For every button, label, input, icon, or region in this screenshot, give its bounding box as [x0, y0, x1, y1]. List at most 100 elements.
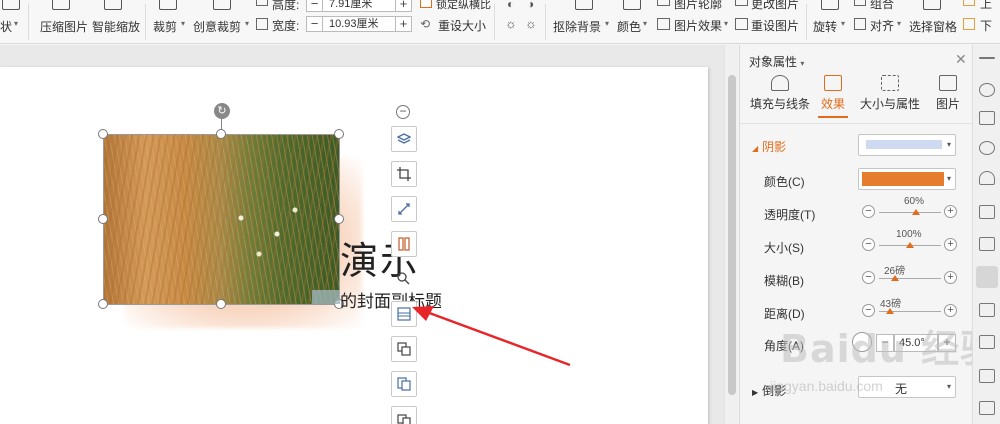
height-increase-button[interactable]: + [395, 0, 411, 12]
send-backward-button[interactable]: 下 [980, 17, 992, 34]
reset-picture-button[interactable]: 重设图片 [751, 17, 799, 34]
shadow-section-header[interactable]: ◢ 阴影 [752, 138, 786, 155]
help-icon[interactable] [979, 369, 995, 383]
resize-handle-right[interactable] [334, 214, 344, 224]
tab-size-properties[interactable]: 大小与属性 [858, 75, 922, 112]
fill-icon[interactable] [979, 171, 995, 185]
edit-float-button[interactable] [391, 196, 417, 222]
remove-background-button[interactable]: 抠除背景 ▾ [553, 0, 611, 44]
picture-effect-button[interactable]: 图片效果 [674, 17, 722, 34]
canvas-scrollbar[interactable] [724, 45, 738, 424]
collapse-toolbar-icon[interactable]: − [396, 105, 410, 119]
split-float-button[interactable] [391, 231, 417, 257]
tab-picture[interactable]: 图片 [932, 75, 964, 112]
rotate-icon [821, 0, 839, 10]
grid-icon[interactable] [979, 205, 995, 219]
copy-icon [397, 342, 411, 356]
contrast-icon[interactable]: ◑ [527, 0, 534, 11]
height-icon [256, 0, 268, 6]
share-icon[interactable] [979, 335, 995, 349]
picture-outline-button[interactable]: 图片轮廓 [674, 0, 722, 12]
shape-icon[interactable] [979, 141, 995, 155]
resize-handle-bottom[interactable] [216, 299, 226, 309]
crop-button[interactable]: 裁剪 ▾ [153, 0, 187, 44]
resize-handle-top[interactable] [216, 129, 226, 139]
lock-ratio-checkbox[interactable] [420, 0, 432, 8]
shadow-preset-dropdown[interactable]: ▾ [858, 134, 956, 156]
brightness-up-icon[interactable]: ☼ [505, 16, 517, 31]
width-increase-button[interactable]: + [395, 16, 411, 32]
height-input[interactable]: − 7.91厘米 + [306, 0, 412, 12]
layer-button[interactable] [391, 126, 417, 152]
settings-icon[interactable] [979, 401, 995, 415]
creative-crop-button[interactable]: 创意裁剪 ▾ [193, 0, 249, 44]
shape-button[interactable]: 状 ▾ [0, 0, 22, 44]
crop-float-button[interactable] [391, 161, 417, 187]
width-decrease-button[interactable]: − [307, 16, 323, 32]
properties-icon[interactable] [976, 266, 998, 288]
tab-effect[interactable]: 效果 [818, 75, 848, 112]
close-icon[interactable]: ✕ [955, 51, 967, 68]
selection-pane-button[interactable]: 选择窗格 [909, 0, 957, 44]
more-icon [397, 414, 411, 424]
width-input[interactable]: − 10.93厘米 + [306, 16, 412, 32]
distance-increase-button[interactable]: + [944, 304, 957, 317]
picture-effect-icon [397, 307, 411, 321]
brightness-icon[interactable]: ◐ [507, 0, 514, 11]
resize-handle-bottom-left[interactable] [98, 299, 108, 309]
size-knob[interactable] [906, 242, 914, 248]
chart-icon[interactable] [979, 237, 995, 251]
resize-handle-top-left[interactable] [98, 129, 108, 139]
combine-button[interactable]: 组合 [870, 0, 894, 12]
rotate-handle-icon[interactable]: ↻ [214, 103, 230, 119]
color-button[interactable]: 颜色 ▾ [617, 0, 649, 44]
smart-zoom-icon [104, 0, 122, 10]
menu-icon[interactable] [979, 57, 995, 59]
split-icon [398, 237, 410, 251]
contrast-up-icon[interactable]: ☼ [525, 16, 537, 31]
watermark-logo: Baidu 经验 [780, 327, 1000, 371]
creative-crop-icon [213, 0, 231, 10]
image-icon[interactable] [979, 303, 995, 317]
resize-button[interactable]: 重设大小 [438, 17, 486, 34]
blurred-text [312, 290, 340, 304]
size-decrease-button[interactable]: − [862, 238, 875, 251]
side-icon-strip [972, 45, 1000, 424]
shadow-preset-swatch [866, 140, 942, 149]
change-picture-button[interactable]: 更改图片 [751, 0, 799, 12]
blur-increase-button[interactable]: + [944, 271, 957, 284]
transparency-slider[interactable]: − 60% + [862, 196, 958, 219]
combine-icon [854, 0, 866, 6]
resize-handle-left[interactable] [98, 214, 108, 224]
transparency-knob[interactable] [912, 209, 921, 215]
align-button[interactable]: 对齐 [870, 17, 894, 34]
distance-slider[interactable]: − 43磅 + [862, 299, 958, 318]
transparency-increase-button[interactable]: + [944, 205, 957, 218]
blur-slider[interactable]: − 26磅 + [862, 266, 958, 285]
size-slider[interactable]: − 100% + [862, 229, 958, 252]
more-float-button[interactable] [391, 406, 417, 424]
selection-box [103, 134, 340, 305]
distance-decrease-button[interactable]: − [862, 304, 875, 317]
resize-handle-top-right[interactable] [334, 129, 344, 139]
transparency-decrease-button[interactable]: − [862, 205, 875, 218]
picture-icon [939, 75, 957, 91]
rotate-button[interactable]: 旋转 ▾ [813, 0, 847, 44]
star-icon[interactable] [979, 83, 995, 97]
height-decrease-button[interactable]: − [307, 0, 323, 12]
resize-icon: ⟲ [420, 17, 431, 31]
smart-zoom-button[interactable]: 智能缩放 [92, 0, 140, 44]
edit-picture-icon [398, 203, 410, 215]
bring-forward-button[interactable]: 上 [980, 0, 992, 12]
zoom-float-button[interactable] [391, 266, 417, 292]
shadow-color-dropdown[interactable]: ▾ [858, 168, 956, 190]
size-increase-button[interactable]: + [944, 238, 957, 251]
shadow-color-swatch [862, 172, 944, 186]
tab-fill-line[interactable]: 填充与线条 [748, 75, 812, 112]
replace-float-button[interactable] [391, 371, 417, 397]
compress-picture-button[interactable]: 压缩图片 [40, 0, 88, 44]
bring-forward-icon [963, 0, 975, 6]
copy-icon[interactable] [979, 111, 995, 125]
size-icon [881, 75, 899, 91]
blur-decrease-button[interactable]: − [862, 271, 875, 284]
